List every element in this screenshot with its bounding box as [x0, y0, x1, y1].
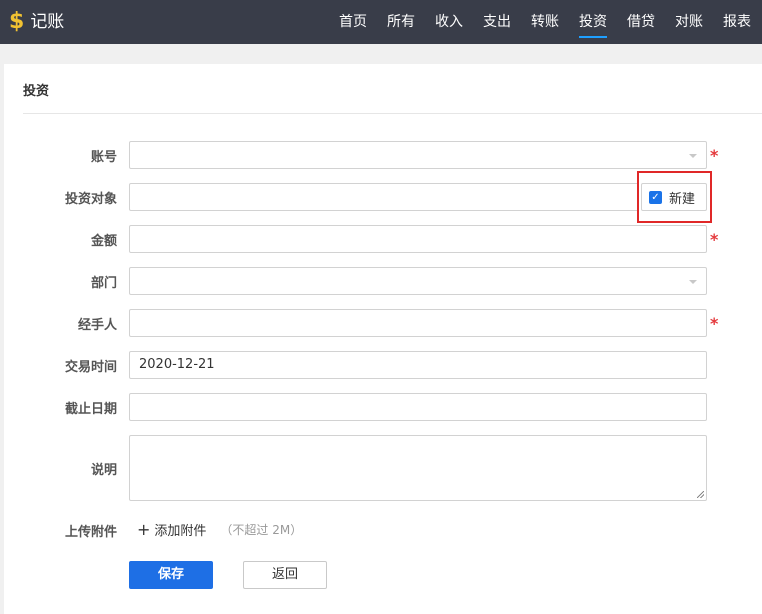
brand-title: 记账	[30, 12, 65, 32]
account-label: 账号	[90, 150, 117, 165]
note-label: 说明	[90, 463, 117, 478]
nav-home[interactable]: 首页	[339, 0, 367, 44]
trade-time-input[interactable]: 2020-12-21	[129, 351, 707, 379]
attachment-limit-note: （不超过 2M）	[220, 523, 303, 537]
nav-all[interactable]: 所有	[387, 0, 415, 44]
top-navbar: $ 记账 首页 所有 收入 支出 转账 投资 借贷 对账 报表	[0, 0, 762, 44]
trade-time-label: 交易时间	[64, 360, 117, 375]
target-label: 投资对象	[64, 192, 117, 207]
target-input[interactable]	[129, 183, 639, 211]
nav-lending[interactable]: 借贷	[627, 0, 655, 44]
handler-label: 经手人	[77, 318, 117, 333]
resize-handle-icon[interactable]	[697, 491, 704, 498]
note-textarea[interactable]	[129, 435, 707, 501]
nav-reconcile[interactable]: 对账	[675, 0, 703, 44]
brand[interactable]: $ 记账	[9, 10, 64, 34]
plus-icon: +	[137, 519, 151, 539]
nav-transfer[interactable]: 转账	[531, 0, 559, 44]
add-attachment[interactable]: + 添加附件 （不超过 2M）	[137, 520, 302, 539]
department-label: 部门	[90, 276, 117, 291]
deadline-label: 截止日期	[64, 402, 117, 417]
nav-expense[interactable]: 支出	[483, 0, 511, 44]
dollar-icon: $	[9, 9, 25, 34]
back-button[interactable]: 返回	[243, 561, 327, 589]
nav-reports[interactable]: 报表	[723, 0, 751, 44]
deadline-input[interactable]	[129, 393, 707, 421]
account-select[interactable]	[129, 141, 707, 169]
panel-title: 投资	[23, 84, 50, 99]
nav-income[interactable]: 收入	[435, 0, 463, 44]
panel-divider	[23, 113, 762, 114]
required-mark: *	[710, 146, 719, 165]
required-mark: *	[710, 230, 719, 249]
upload-label: 上传附件	[64, 525, 117, 540]
nav-investment[interactable]: 投资	[579, 0, 607, 44]
main-nav: 首页 所有 收入 支出 转账 投资 借贷 对账 报表	[319, 0, 751, 44]
department-select[interactable]	[129, 267, 707, 295]
handler-input[interactable]	[129, 309, 707, 337]
checkbox-checked-icon[interactable]: ✓	[649, 190, 662, 204]
amount-input[interactable]	[129, 225, 707, 253]
add-attachment-label: 添加附件	[154, 524, 207, 539]
new-checkbox-label: 新建	[669, 191, 696, 207]
save-button[interactable]: 保存	[129, 561, 213, 589]
required-mark: *	[710, 314, 719, 333]
new-checkbox[interactable]: ✓ 新建	[641, 183, 707, 211]
amount-label: 金额	[90, 234, 117, 249]
